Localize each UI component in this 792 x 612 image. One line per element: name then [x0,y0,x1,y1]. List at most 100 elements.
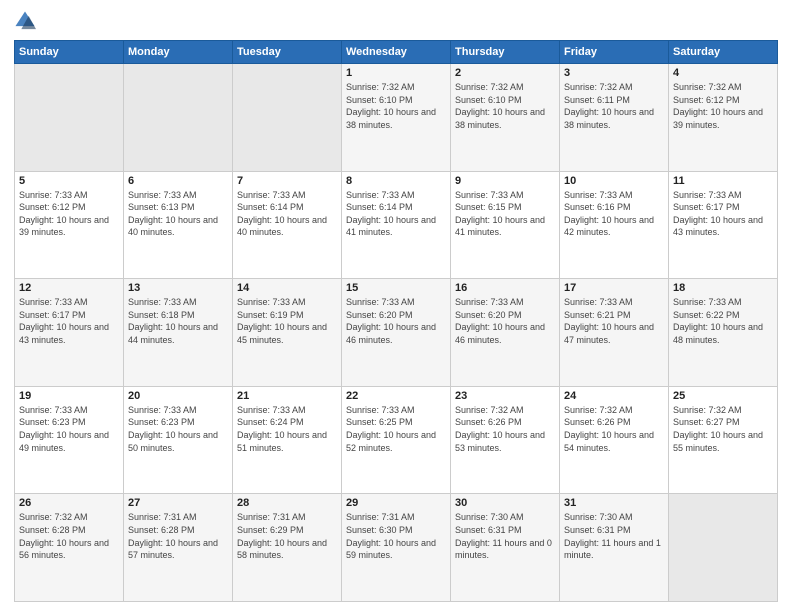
calendar-week-row: 19 Sunrise: 7:33 AMSunset: 6:23 PMDayligh… [15,386,778,494]
day-number: 9 [455,175,555,187]
day-info: Sunrise: 7:33 AMSunset: 6:23 PMDaylight:… [128,404,228,454]
calendar-body: 1 Sunrise: 7:32 AMSunset: 6:10 PMDaylight… [15,64,778,602]
calendar-cell: 10 Sunrise: 7:33 AMSunset: 6:16 PMDayligh… [560,171,669,279]
calendar-cell: 24 Sunrise: 7:32 AMSunset: 6:26 PMDayligh… [560,386,669,494]
day-info: Sunrise: 7:32 AMSunset: 6:26 PMDaylight:… [455,404,555,454]
day-info: Sunrise: 7:31 AMSunset: 6:28 PMDaylight:… [128,511,228,561]
calendar-cell [124,64,233,172]
day-info: Sunrise: 7:33 AMSunset: 6:21 PMDaylight:… [564,296,664,346]
calendar-cell: 23Sunrise: 7:32 AMSunset: 6:26 PMDayligh… [451,386,560,494]
day-number: 1 [346,67,446,79]
calendar-cell: 6 Sunrise: 7:33 AMSunset: 6:13 PMDaylight… [124,171,233,279]
calendar-cell: 25Sunrise: 7:32 AMSunset: 6:27 PMDayligh… [669,386,778,494]
day-info: Sunrise: 7:31 AMSunset: 6:30 PMDaylight:… [346,511,446,561]
day-number: 18 [673,282,773,294]
calendar-cell: 31 Sunrise: 7:30 AMSunset: 6:31 PMDayligh… [560,494,669,602]
calendar-cell: 16Sunrise: 7:33 AMSunset: 6:20 PMDayligh… [451,279,560,387]
calendar-week-row: 26Sunrise: 7:32 AMSunset: 6:28 PMDayligh… [15,494,778,602]
calendar-cell: 8 Sunrise: 7:33 AMSunset: 6:14 PMDaylight… [342,171,451,279]
day-info: Sunrise: 7:32 AMSunset: 6:10 PMDaylight:… [455,81,555,131]
calendar-cell: 1 Sunrise: 7:32 AMSunset: 6:10 PMDaylight… [342,64,451,172]
day-number: 2 [455,67,555,79]
page: SundayMondayTuesdayWednesdayThursdayFrid… [0,0,792,612]
day-info: Sunrise: 7:33 AMSunset: 6:12 PMDaylight:… [19,189,119,239]
day-number: 16 [455,282,555,294]
calendar-cell: 20 Sunrise: 7:33 AMSunset: 6:23 PMDayligh… [124,386,233,494]
weekday-header-cell: Tuesday [233,41,342,64]
calendar-cell [233,64,342,172]
day-info: Sunrise: 7:33 AMSunset: 6:13 PMDaylight:… [128,189,228,239]
day-number: 12 [19,282,119,294]
day-number: 11 [673,175,773,187]
day-info: Sunrise: 7:32 AMSunset: 6:11 PMDaylight:… [564,81,664,131]
day-number: 22 [346,390,446,402]
calendar-cell: 9 Sunrise: 7:33 AMSunset: 6:15 PMDaylight… [451,171,560,279]
weekday-header-cell: Wednesday [342,41,451,64]
day-number: 7 [237,175,337,187]
day-number: 25 [673,390,773,402]
day-number: 30 [455,497,555,509]
day-info: Sunrise: 7:33 AMSunset: 6:22 PMDaylight:… [673,296,773,346]
day-info: Sunrise: 7:32 AMSunset: 6:12 PMDaylight:… [673,81,773,131]
day-number: 6 [128,175,228,187]
header [14,10,778,32]
calendar-week-row: 12 Sunrise: 7:33 AMSunset: 6:17 PMDayligh… [15,279,778,387]
day-info: Sunrise: 7:33 AMSunset: 6:17 PMDaylight:… [673,189,773,239]
day-info: Sunrise: 7:33 AMSunset: 6:14 PMDaylight:… [237,189,337,239]
logo-icon [14,10,36,32]
calendar-cell: 13 Sunrise: 7:33 AMSunset: 6:18 PMDayligh… [124,279,233,387]
day-info: Sunrise: 7:33 AMSunset: 6:19 PMDaylight:… [237,296,337,346]
day-number: 19 [19,390,119,402]
calendar-cell: 14 Sunrise: 7:33 AMSunset: 6:19 PMDayligh… [233,279,342,387]
day-info: Sunrise: 7:33 AMSunset: 6:17 PMDaylight:… [19,296,119,346]
calendar-cell: 7 Sunrise: 7:33 AMSunset: 6:14 PMDaylight… [233,171,342,279]
day-number: 31 [564,497,664,509]
calendar-cell: 12 Sunrise: 7:33 AMSunset: 6:17 PMDayligh… [15,279,124,387]
calendar-cell: 4Sunrise: 7:32 AMSunset: 6:12 PMDaylight… [669,64,778,172]
calendar-table: SundayMondayTuesdayWednesdayThursdayFrid… [14,40,778,602]
day-info: Sunrise: 7:33 AMSunset: 6:25 PMDaylight:… [346,404,446,454]
day-number: 20 [128,390,228,402]
day-info: Sunrise: 7:33 AMSunset: 6:18 PMDaylight:… [128,296,228,346]
day-info: Sunrise: 7:30 AMSunset: 6:31 PMDaylight:… [564,511,664,561]
day-number: 14 [237,282,337,294]
day-info: Sunrise: 7:33 AMSunset: 6:20 PMDaylight:… [346,296,446,346]
calendar-cell: 11 Sunrise: 7:33 AMSunset: 6:17 PMDayligh… [669,171,778,279]
day-number: 21 [237,390,337,402]
calendar-cell: 18 Sunrise: 7:33 AMSunset: 6:22 PMDayligh… [669,279,778,387]
day-number: 27 [128,497,228,509]
day-number: 26 [19,497,119,509]
day-info: Sunrise: 7:33 AMSunset: 6:23 PMDaylight:… [19,404,119,454]
calendar-cell: 27 Sunrise: 7:31 AMSunset: 6:28 PMDayligh… [124,494,233,602]
day-info: Sunrise: 7:31 AMSunset: 6:29 PMDaylight:… [237,511,337,561]
day-number: 24 [564,390,664,402]
weekday-header-cell: Saturday [669,41,778,64]
calendar-cell: 21 Sunrise: 7:33 AMSunset: 6:24 PMDayligh… [233,386,342,494]
day-info: Sunrise: 7:30 AMSunset: 6:31 PMDaylight:… [455,511,555,561]
day-number: 8 [346,175,446,187]
day-number: 3 [564,67,664,79]
calendar-cell: 3 Sunrise: 7:32 AMSunset: 6:11 PMDaylight… [560,64,669,172]
day-info: Sunrise: 7:33 AMSunset: 6:24 PMDaylight:… [237,404,337,454]
calendar-week-row: 1 Sunrise: 7:32 AMSunset: 6:10 PMDaylight… [15,64,778,172]
calendar-cell [669,494,778,602]
day-number: 10 [564,175,664,187]
calendar-cell: 19 Sunrise: 7:33 AMSunset: 6:23 PMDayligh… [15,386,124,494]
day-number: 17 [564,282,664,294]
weekday-header-cell: Monday [124,41,233,64]
day-info: Sunrise: 7:32 AMSunset: 6:26 PMDaylight:… [564,404,664,454]
day-info: Sunrise: 7:32 AMSunset: 6:10 PMDaylight:… [346,81,446,131]
day-number: 5 [19,175,119,187]
day-info: Sunrise: 7:33 AMSunset: 6:16 PMDaylight:… [564,189,664,239]
weekday-header-cell: Sunday [15,41,124,64]
day-number: 29 [346,497,446,509]
calendar-cell: 29 Sunrise: 7:31 AMSunset: 6:30 PMDayligh… [342,494,451,602]
weekday-header-cell: Friday [560,41,669,64]
day-info: Sunrise: 7:33 AMSunset: 6:14 PMDaylight:… [346,189,446,239]
day-number: 13 [128,282,228,294]
calendar-cell: 30 Sunrise: 7:30 AMSunset: 6:31 PMDayligh… [451,494,560,602]
calendar-cell [15,64,124,172]
weekday-header-cell: Thursday [451,41,560,64]
day-info: Sunrise: 7:33 AMSunset: 6:15 PMDaylight:… [455,189,555,239]
calendar-week-row: 5 Sunrise: 7:33 AMSunset: 6:12 PMDaylight… [15,171,778,279]
